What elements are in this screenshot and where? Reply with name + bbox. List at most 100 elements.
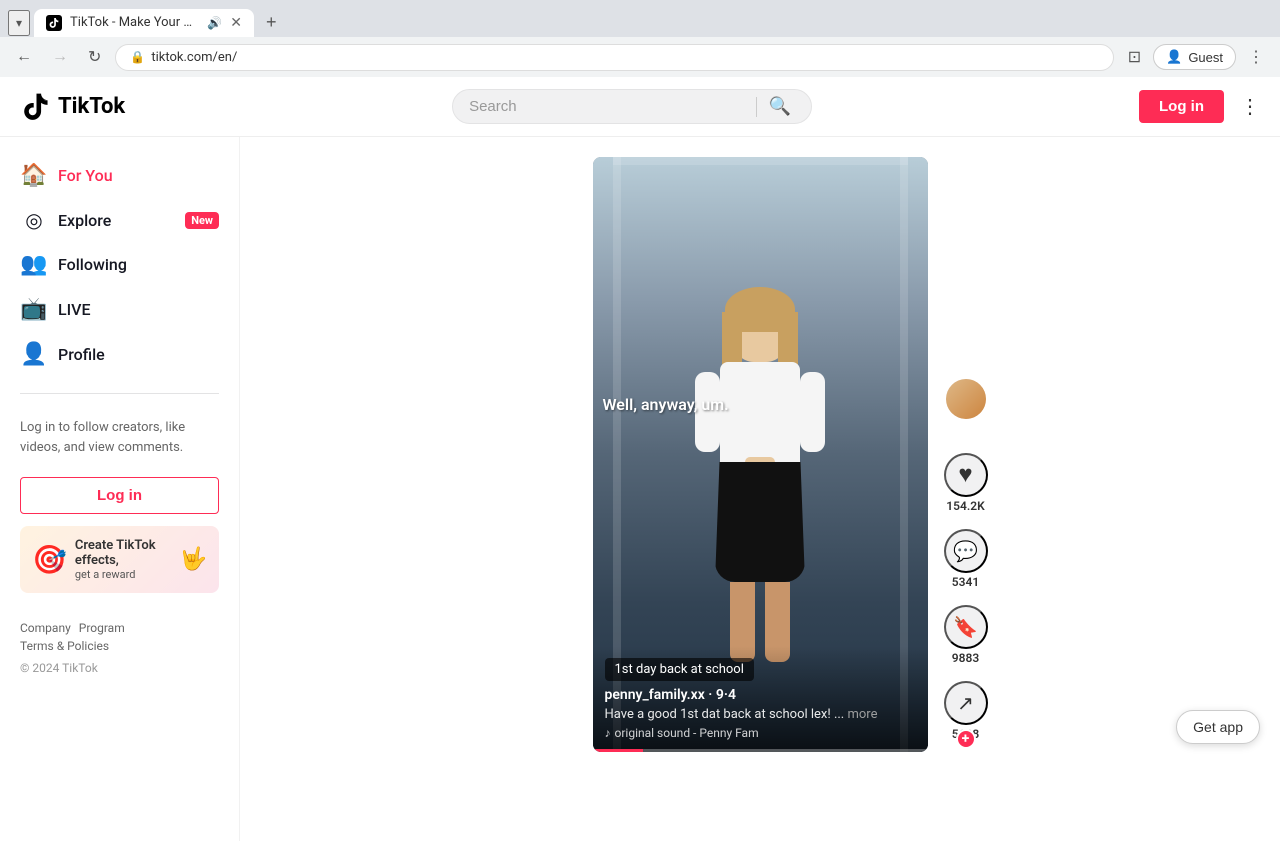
banner-icon: 🎯 — [32, 543, 67, 576]
sidebar-divider — [20, 393, 219, 394]
following-label: Following — [58, 255, 219, 274]
site-header: TikTok 🔍 Log in ⋮ — [0, 77, 1280, 137]
get-app-button[interactable]: Get app — [1176, 710, 1260, 744]
tab-list-button[interactable]: ▾ — [8, 10, 30, 36]
sidebar-item-for-you[interactable]: 🏠 For You — [8, 153, 231, 198]
video-player[interactable]: Well, anyway, um. 1st day back at school… — [593, 157, 928, 752]
page: TikTok 🔍 Log in ⋮ 🏠 For You ◎ Explor — [0, 77, 1280, 841]
following-icon: 👥 — [20, 252, 48, 277]
like-action: ♥ 154.2K — [944, 453, 988, 513]
header-more-button[interactable]: ⋮ — [1240, 94, 1260, 119]
like-count: 154.2K — [946, 499, 984, 513]
video-more-link[interactable]: more — [847, 707, 877, 722]
browser-more-button[interactable]: ⋮ — [1242, 43, 1270, 71]
tab-bar: ▾ TikTok - Make Your Day 🔊 ✕ + — [0, 0, 1280, 37]
sidebar-item-explore[interactable]: ◎ Explore New — [8, 198, 231, 242]
banner-emoji: 🤟 — [180, 547, 207, 572]
sidebar-item-live[interactable]: 📺 LIVE — [8, 287, 231, 332]
search-input[interactable] — [469, 98, 748, 115]
cast-button[interactable]: ⊡ — [1122, 43, 1147, 71]
search-divider — [756, 97, 757, 117]
caption-chip-container: 1st day back at school — [605, 658, 916, 687]
footer-links: Company Program Terms & Policies — [20, 621, 219, 653]
video-actions: + ♥ 154.2K 💬 5341 🔖 9883 — [944, 377, 988, 741]
tab-favicon — [46, 15, 62, 31]
back-button[interactable]: ← — [10, 44, 38, 70]
footer-link-terms[interactable]: Terms & Policies — [20, 639, 109, 653]
profile-label: Profile — [58, 345, 219, 364]
new-tab-button[interactable]: + — [258, 8, 285, 37]
header-right: Log in ⋮ — [1139, 90, 1260, 123]
music-note-icon: ♪ — [605, 726, 611, 740]
live-icon: 📺 — [20, 297, 48, 322]
video-progress-bar[interactable] — [593, 749, 928, 752]
lock-icon: 🔒 — [130, 50, 145, 64]
guest-avatar-icon: 👤 — [1166, 49, 1182, 65]
main-nav: 🏠 For You ◎ Explore New 👥 Following 📺 LI… — [8, 153, 231, 377]
video-sound[interactable]: ♪ original sound - Penny Fam — [605, 726, 916, 740]
footer-link-program[interactable]: Program — [79, 621, 125, 635]
main-feed: Well, anyway, um. 1st day back at school… — [240, 137, 1280, 841]
tiktok-favicon-icon — [48, 17, 60, 29]
search-bar: 🔍 — [452, 89, 812, 124]
creator-avatar[interactable] — [944, 377, 988, 421]
tab-close-button[interactable]: ✕ — [230, 15, 242, 31]
search-button[interactable]: 🔍 — [765, 96, 795, 117]
head — [730, 292, 790, 362]
avatar-image — [946, 379, 986, 419]
logo[interactable]: TikTok — [20, 91, 125, 123]
video-progress-fill — [593, 749, 643, 752]
video-description: Have a good 1st dat back at school lex! … — [605, 707, 916, 722]
comment-count: 5341 — [952, 575, 979, 589]
sound-name: original sound - Penny Fam — [615, 726, 759, 740]
share-button[interactable]: ↗ — [944, 681, 988, 725]
for-you-label: For You — [58, 166, 219, 185]
skirt — [715, 462, 805, 582]
content-layout: 🏠 For You ◎ Explore New 👥 Following 📺 LI… — [0, 137, 1280, 841]
tiktok-logo-icon — [20, 91, 52, 123]
bookmark-button[interactable]: 🔖 — [944, 605, 988, 649]
guest-button[interactable]: 👤 Guest — [1153, 44, 1236, 70]
video-card: Well, anyway, um. 1st day back at school… — [593, 157, 928, 752]
browser-chrome: ▾ TikTok - Make Your Day 🔊 ✕ + ← → ↻ 🔒 t… — [0, 0, 1280, 77]
sidebar-item-following[interactable]: 👥 Following — [8, 242, 231, 287]
reload-button[interactable]: ↻ — [82, 43, 107, 71]
url-text: tiktok.com/en/ — [151, 50, 1098, 65]
video-username[interactable]: penny_family.xx · 9·4 — [605, 687, 916, 703]
video-caption-text: Well, anyway, um. — [603, 395, 729, 414]
explore-label: Explore — [58, 211, 171, 230]
follow-plus-button[interactable]: + — [956, 729, 976, 749]
sidebar-footer: Company Program Terms & Policies © 2024 … — [8, 605, 231, 691]
comment-button[interactable]: 💬 — [944, 529, 988, 573]
guest-label: Guest — [1188, 50, 1223, 65]
promo-text: Log in to follow creators, like videos, … — [8, 410, 231, 465]
like-button[interactable]: ♥ — [944, 453, 988, 497]
footer-link-company[interactable]: Company — [20, 621, 71, 635]
person-silhouette — [690, 292, 830, 692]
forward-button[interactable]: → — [46, 44, 74, 70]
address-bar[interactable]: 🔒 tiktok.com/en/ — [115, 44, 1113, 71]
profile-icon: 👤 — [20, 342, 48, 367]
banner-subtitle: get a reward — [75, 568, 172, 581]
banner-title: Create TikTok effects, — [75, 538, 172, 568]
browser-actions: ⊡ 👤 Guest ⋮ — [1122, 43, 1270, 71]
home-icon: 🏠 — [20, 163, 48, 188]
video-container: Well, anyway, um. 1st day back at school… — [593, 157, 928, 821]
browser-toolbar: ← → ↻ 🔒 tiktok.com/en/ ⊡ 👤 Guest ⋮ — [0, 37, 1280, 77]
bookmark-count: 9883 — [952, 651, 979, 665]
video-overlay: 1st day back at school penny_family.xx ·… — [593, 646, 928, 752]
sidebar: 🏠 For You ◎ Explore New 👥 Following 📺 LI… — [0, 137, 240, 841]
create-effects-banner[interactable]: 🎯 Create TikTok effects, get a reward 🤟 — [20, 526, 219, 593]
video-desc-text: Have a good 1st dat back at school lex! … — [605, 707, 845, 722]
caption-chip: 1st day back at school — [605, 658, 754, 681]
browser-tab[interactable]: TikTok - Make Your Day 🔊 ✕ — [34, 9, 254, 37]
login-button[interactable]: Log in — [1139, 90, 1224, 123]
bookmark-action: 🔖 9883 — [944, 605, 988, 665]
explore-icon: ◎ — [20, 208, 48, 232]
video-text-overlay: Well, anyway, um. — [603, 395, 918, 414]
sidebar-login-button[interactable]: Log in — [20, 477, 219, 514]
tab-mute-icon[interactable]: 🔊 — [207, 16, 222, 30]
banner-text-block: Create TikTok effects, get a reward — [75, 538, 172, 581]
door-frame-top — [613, 157, 908, 165]
sidebar-item-profile[interactable]: 👤 Profile — [8, 332, 231, 377]
